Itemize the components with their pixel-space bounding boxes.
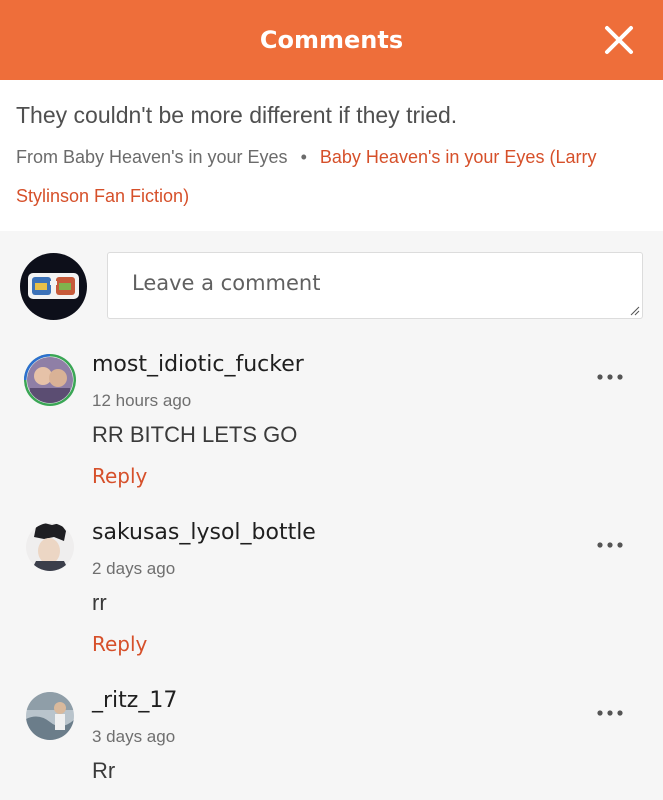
more-options-icon[interactable]	[596, 537, 626, 553]
comment-text: RR BITCH LETS GO	[92, 422, 298, 447]
comment-timestamp: 2 days ago	[92, 559, 176, 578]
more-options-icon[interactable]	[596, 705, 626, 721]
resize-grip-icon[interactable]	[630, 306, 640, 316]
avatar[interactable]	[24, 690, 76, 742]
more-options-icon[interactable]	[596, 369, 626, 385]
comment-username[interactable]: sakusas_lysol_bottle	[92, 520, 316, 545]
comment-username[interactable]: _ritz_17	[92, 688, 177, 713]
separator-dot: •	[300, 147, 307, 167]
source-prefix: From Baby Heaven's in your Eyes	[16, 147, 288, 167]
comments-header: Comments	[0, 0, 663, 80]
comment-timestamp: 12 hours ago	[92, 391, 192, 410]
avatar[interactable]	[24, 521, 76, 573]
my-avatar[interactable]	[20, 253, 87, 320]
reply-button[interactable]: Reply	[92, 632, 147, 656]
comment-input[interactable]	[107, 252, 643, 319]
story-context: They couldn't be more different if they …	[0, 80, 663, 231]
comment-timestamp: 3 days ago	[92, 727, 176, 746]
comment-username[interactable]: most_idiotic_fucker	[92, 352, 304, 377]
avatar[interactable]	[24, 354, 76, 406]
reply-button[interactable]: Reply	[92, 464, 147, 488]
close-icon[interactable]	[601, 22, 637, 58]
comment-text: rr	[92, 590, 107, 615]
comment-text: Rr	[92, 758, 116, 783]
quoted-paragraph: They couldn't be more different if they …	[16, 102, 458, 128]
source-line: From Baby Heaven's in your Eyes • Baby H…	[16, 138, 646, 216]
page-title: Comments	[259, 26, 404, 54]
